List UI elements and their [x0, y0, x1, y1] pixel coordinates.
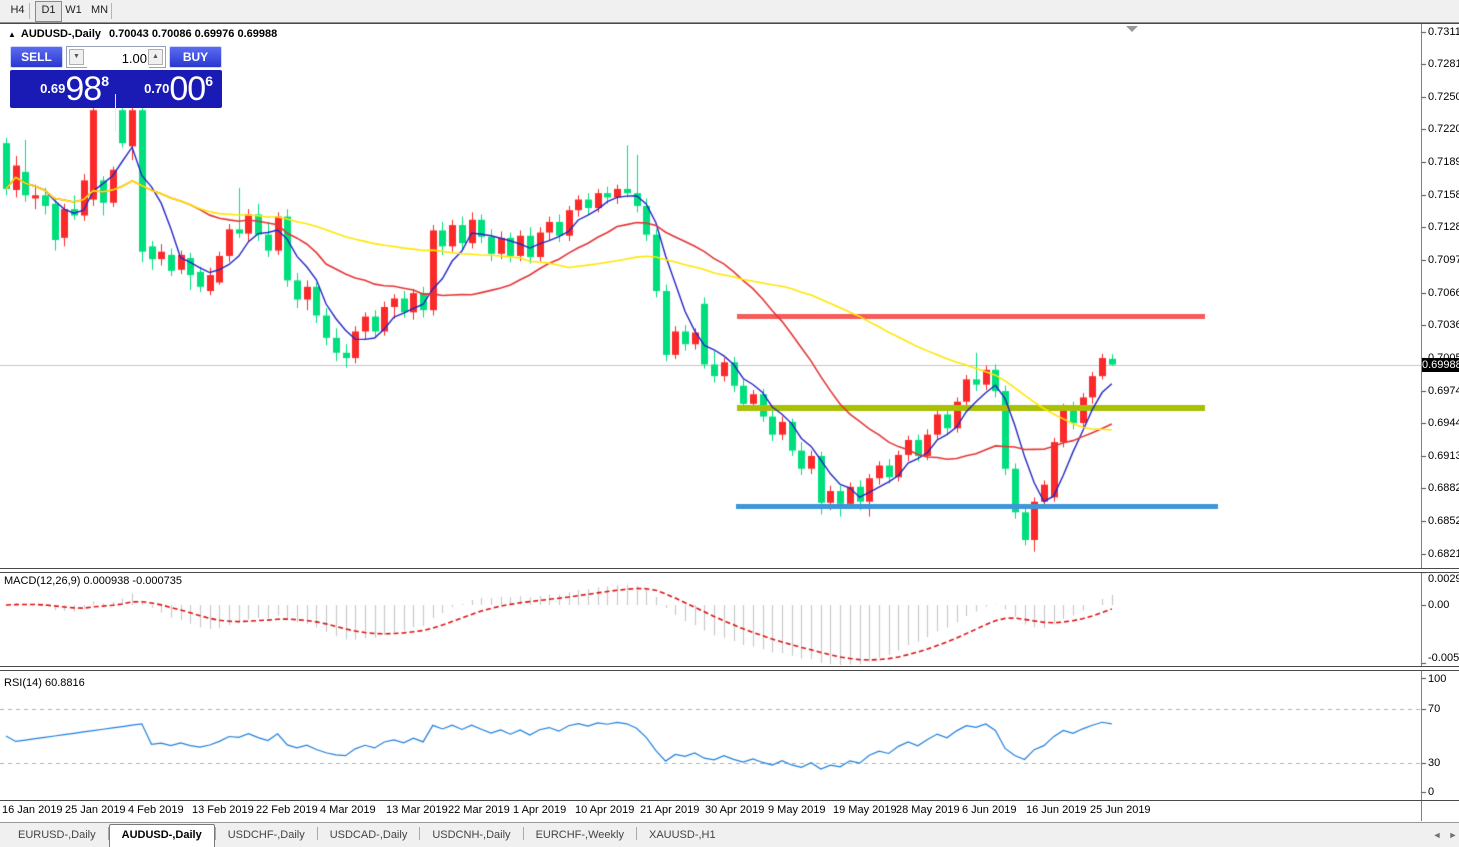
date-axis-label: 16 Jun 2019	[1026, 804, 1087, 816]
tab-scroll-left-icon[interactable]: ◄	[1432, 829, 1442, 841]
date-axis-separator	[0, 800, 1459, 801]
price-axis-label: 0.68520	[1428, 515, 1459, 527]
rsi-pane-splitter[interactable]	[0, 666, 1459, 671]
chart-shift-marker-icon[interactable]	[1126, 26, 1138, 32]
date-axis-label: 25 Jan 2019	[65, 804, 126, 816]
sell-price[interactable]: 0.69988	[10, 70, 115, 108]
volume-input[interactable]	[87, 48, 149, 68]
timeframe-button-d1[interactable]: D1	[35, 1, 62, 22]
date-axis-label: 16 Jan 2019	[2, 804, 63, 816]
symbol-tab-usdcad[interactable]: USDCAD-,Daily	[318, 825, 420, 846]
chart-header: ▲ AUDUSD-,Daily 0.70043 0.70086 0.69976 0.…	[8, 28, 277, 40]
sell-price-big: 98	[65, 70, 101, 108]
timeframe-toolbar: H4 D1W1MN	[0, 0, 1459, 23]
timeframe-button-mn[interactable]: MN	[87, 1, 112, 20]
chart-top-border	[0, 23, 1459, 24]
tab-scroll-right-icon[interactable]: ►	[1448, 829, 1458, 841]
volume-stepper: ▼ ▲	[66, 46, 166, 68]
price-axis-label: 0.71890	[1428, 156, 1459, 168]
price-axis-label: 0.69745	[1428, 385, 1459, 397]
date-axis-label: 25 Jun 2019	[1090, 804, 1151, 816]
price-axis-label: 0.68825	[1428, 482, 1459, 494]
price-axis-label: 0.73115	[1428, 26, 1459, 38]
macd-label: MACD(12,26,9) 0.000938 -0.000735	[4, 575, 182, 587]
rsi-axis-label: 70	[1428, 703, 1440, 715]
price-axis-label: 0.70360	[1428, 319, 1459, 331]
rsi-axis-label: 100	[1428, 673, 1446, 685]
collapse-panel-icon[interactable]: ▲	[8, 30, 16, 39]
volume-decrement-icon[interactable]: ▼	[69, 49, 84, 65]
buy-price-small: 0.70	[144, 81, 169, 96]
symbol-tab-usdchf[interactable]: USDCHF-,Daily	[216, 825, 317, 846]
price-axis-label: 0.72200	[1428, 123, 1459, 135]
macd-pane-splitter[interactable]	[0, 568, 1459, 573]
price-axis-label: 0.69440	[1428, 417, 1459, 429]
price-axis-label: 0.68210	[1428, 548, 1459, 560]
one-click-trade-panel: SELL ▼ ▲ BUY 0.69988 0.70006	[10, 46, 222, 108]
date-axis-label: 22 Feb 2019	[256, 804, 318, 816]
date-axis-label: 19 May 2019	[833, 804, 897, 816]
rsi-axis-label: 30	[1428, 757, 1440, 769]
price-axis-label: 0.71585	[1428, 189, 1459, 201]
buy-button[interactable]: BUY	[169, 46, 222, 68]
date-axis-label: 9 May 2019	[768, 804, 825, 816]
date-axis-label: 6 Jun 2019	[962, 804, 1016, 816]
timeframe-button-w1[interactable]: W1	[61, 1, 86, 20]
rsi-axis-label: 0	[1428, 786, 1434, 798]
symbol-tab-usdcnh[interactable]: USDCNH-,Daily	[420, 825, 522, 846]
price-axis-label: 0.70970	[1428, 254, 1459, 266]
timeframe-button-h4[interactable]: H4	[5, 1, 30, 20]
buy-price[interactable]: 0.70006	[116, 70, 221, 108]
macd-axis-label: 0.00	[1428, 599, 1449, 611]
chart-canvas[interactable]	[0, 0, 1459, 846]
chart-ohlc-values: 0.70043 0.70086 0.69976 0.69988	[109, 28, 277, 40]
date-axis-label: 4 Mar 2019	[320, 804, 376, 816]
buy-price-sup: 6	[205, 73, 213, 89]
symbol-tab-audusd[interactable]: AUDUSD-,Daily	[109, 824, 215, 847]
current-price-tag: 0.69988	[1422, 358, 1459, 372]
rsi-label: RSI(14) 60.8816	[4, 677, 85, 689]
macd-axis-label: 0.002984	[1428, 573, 1459, 585]
date-axis-label: 21 Apr 2019	[640, 804, 699, 816]
terminal-window: H4 D1W1MN ▲ AUDUSD-,Daily 0.70043 0.70086 0…	[0, 0, 1459, 846]
macd-axis-label: -0.005256	[1428, 652, 1459, 664]
symbol-tab-bar: EURUSD-,DailyAUDUSD-,DailyUSDCHF-,DailyU…	[0, 822, 1459, 847]
date-axis-label: 22 Mar 2019	[448, 804, 510, 816]
bid-ask-display[interactable]: 0.69988 0.70006	[10, 70, 222, 108]
date-axis-label: 28 May 2019	[896, 804, 960, 816]
date-axis-label: 4 Feb 2019	[128, 804, 184, 816]
symbol-tab-eurchf[interactable]: EURCHF-,Weekly	[524, 825, 636, 846]
price-axis-separator	[1421, 24, 1422, 821]
price-axis-label: 0.72810	[1428, 58, 1459, 70]
price-axis-label: 0.69130	[1428, 450, 1459, 462]
price-divider	[115, 94, 116, 132]
toolbar-separator	[111, 3, 112, 19]
price-axis-label: 0.71280	[1428, 221, 1459, 233]
price-axis-label: 0.72505	[1428, 91, 1459, 103]
sell-price-small: 0.69	[40, 81, 65, 96]
date-axis-label: 13 Feb 2019	[192, 804, 254, 816]
symbol-tab-eurusd[interactable]: EURUSD-,Daily	[6, 825, 108, 846]
volume-increment-icon[interactable]: ▲	[148, 49, 163, 65]
date-axis-label: 10 Apr 2019	[575, 804, 634, 816]
symbol-tab-xauusd[interactable]: XAUUSD-,H1	[637, 825, 728, 846]
toolbar-separator	[29, 3, 30, 19]
sell-button[interactable]: SELL	[10, 46, 63, 68]
sell-price-sup: 8	[101, 73, 109, 89]
date-axis-label: 30 Apr 2019	[705, 804, 764, 816]
date-axis-label: 13 Mar 2019	[386, 804, 448, 816]
symbol-tabs: EURUSD-,DailyAUDUSD-,DailyUSDCHF-,DailyU…	[6, 823, 728, 847]
price-axis-label: 0.70665	[1428, 287, 1459, 299]
date-axis-label: 1 Apr 2019	[513, 804, 566, 816]
chart-symbol-title: AUDUSD-,Daily	[21, 28, 101, 40]
buy-price-big: 00	[169, 70, 205, 108]
